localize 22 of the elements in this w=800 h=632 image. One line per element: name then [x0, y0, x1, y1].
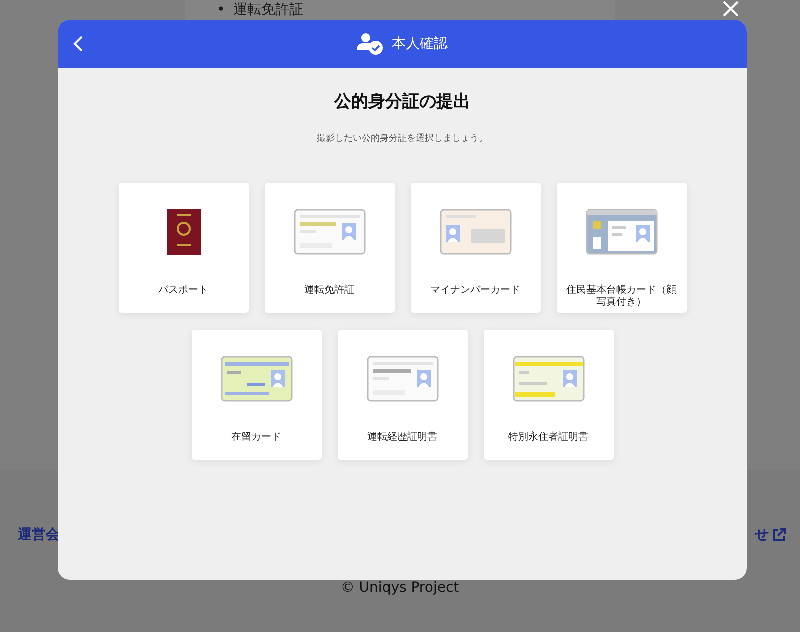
id-card-icon [366, 356, 438, 402]
id-type-option[interactable]: 在留カード [192, 330, 322, 460]
id-card-icon [440, 209, 512, 255]
id-card-icon [294, 209, 366, 255]
page-heading: 公的身分証の提出 [334, 91, 470, 113]
id-type-option[interactable]: 特別永住者証明書 [484, 330, 614, 460]
id-type-option[interactable]: マイナンバーカード [410, 183, 540, 313]
id-type-option[interactable]: 運転経歴証明書 [338, 330, 468, 460]
dialog-title: 本人確認 [392, 35, 448, 53]
bullet-marker: • [217, 2, 226, 18]
id-type-option[interactable]: パスポート [118, 183, 248, 313]
bullet-item: 運転免許証 [233, 2, 304, 18]
id-type-option[interactable]: 住民基本台帳カード（顔写真付き） [556, 183, 686, 313]
copyright-text: © Uniqys Project [340, 580, 460, 596]
passport-icon [166, 209, 200, 255]
id-card-icon [220, 356, 292, 402]
verified-person-icon [357, 33, 384, 55]
id-type-option[interactable]: 運転免許証 [264, 183, 394, 313]
instruction-text: 撮影したい公的身分証を選択しましょう。 [317, 132, 488, 145]
external-link-icon [772, 528, 786, 542]
id-card-icon [512, 356, 584, 402]
id-card-icon [586, 209, 658, 255]
